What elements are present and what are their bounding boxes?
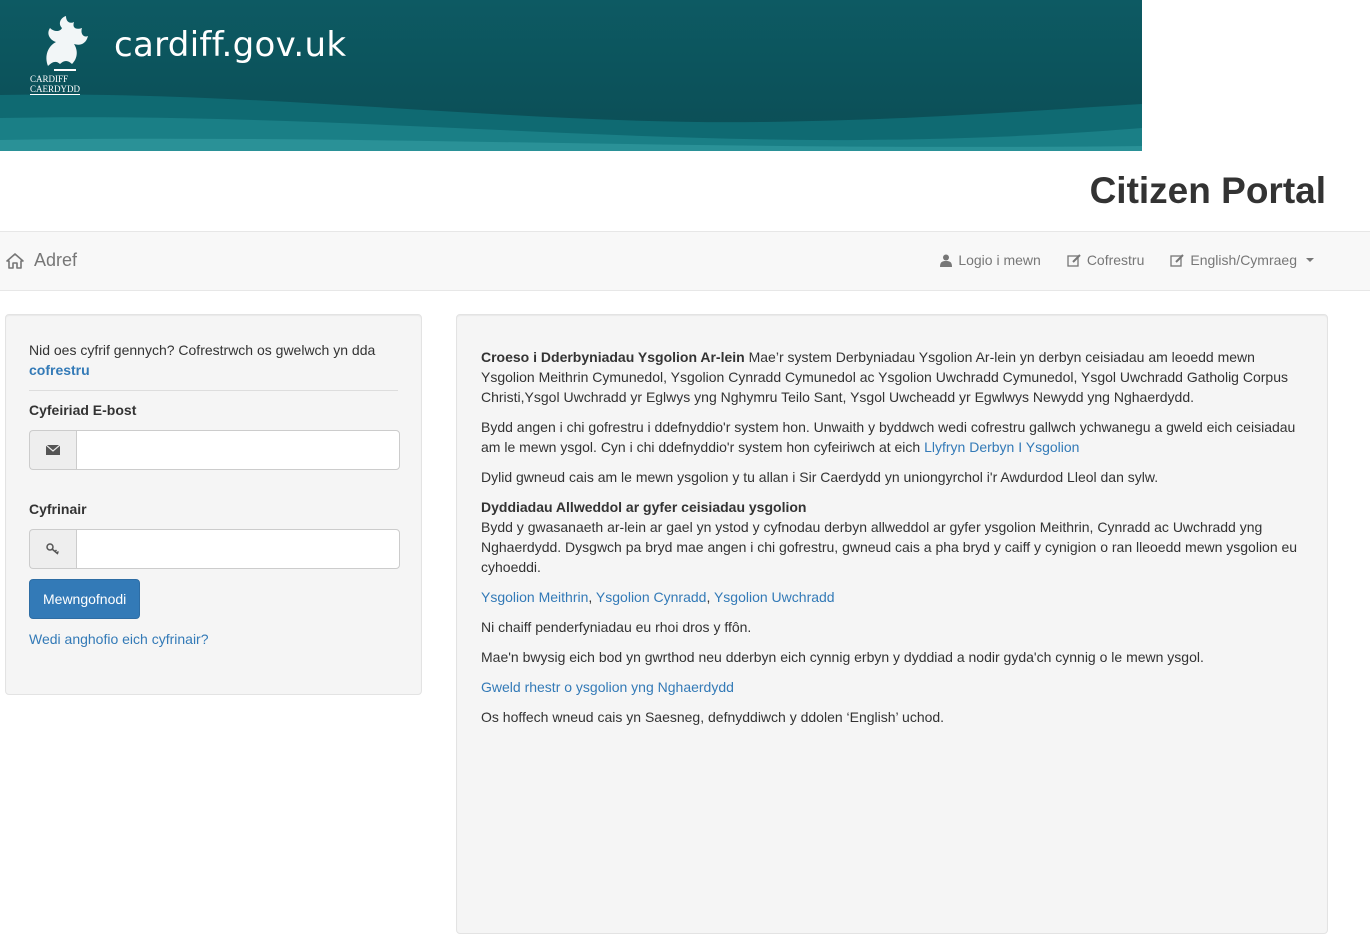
nav-right-menu: Logio i mewn Cofrestru English/Cymraeg xyxy=(940,252,1314,268)
nav-login-label: Logio i mewn xyxy=(958,252,1041,268)
envelope-icon xyxy=(46,445,60,455)
primary-schools-link[interactable]: Ysgolion Cynradd xyxy=(596,589,707,605)
site-name[interactable]: cardiff.gov.uk xyxy=(114,25,346,65)
password-label: Cyfrinair xyxy=(29,501,87,517)
link-separator: , xyxy=(706,589,714,605)
register-prompt-text: Nid oes cyfrif gennych? Cofrestrwch os g… xyxy=(29,342,376,358)
edit-icon xyxy=(1170,253,1185,267)
register-text: Bydd angen i chi gofrestru i ddefnyddio'… xyxy=(481,419,1296,455)
divider xyxy=(29,390,398,391)
language-dropdown[interactable]: English/Cymraeg xyxy=(1170,252,1314,268)
info-panel: Croeso i Dderbyniadau Ysgolion Ar-lein M… xyxy=(456,314,1328,934)
password-field[interactable] xyxy=(76,529,400,569)
phone-notice: Ni chaiff penderfyniadau eu rhoi dros y … xyxy=(481,619,752,635)
email-label: Cyfeiriad E-bost xyxy=(29,402,137,418)
admissions-booklet-link[interactable]: Llyfryn Derbyn I Ysgolion xyxy=(924,439,1079,455)
english-notice: Os hoffech wneud cais yn Saesneg, defnyd… xyxy=(481,709,945,725)
dragon-icon xyxy=(46,16,88,71)
top-navbar: Adref Logio i mewn Cofrestru English/Cym… xyxy=(0,231,1370,291)
user-icon xyxy=(940,254,953,267)
register-prompt: Nid oes cyfrif gennych? Cofrestrwch os g… xyxy=(29,340,398,380)
site-banner: CARDIFF CAERDYDD cardiff.gov.uk xyxy=(0,0,1142,151)
password-addon xyxy=(29,529,76,569)
key-dates-paragraph: Dyddiadau Allweddol ar gyfer ceisiadau y… xyxy=(481,497,1303,577)
school-list-link[interactable]: Gweld rhestr o ysgolion yng Nghaerdydd xyxy=(481,679,734,695)
welcome-paragraph: Croeso i Dderbyniadau Ysgolion Ar-lein M… xyxy=(481,347,1303,407)
accept-offer-notice: Mae'n bwysig eich bod yn gwrthod neu dde… xyxy=(481,649,1204,665)
logo-text-english: CARDIFF xyxy=(30,74,69,84)
login-button[interactable]: Mewngofnodi xyxy=(29,579,141,619)
register-link[interactable]: cofrestru xyxy=(29,362,90,378)
link-separator: , xyxy=(588,589,596,605)
key-dates-text: Bydd y gwasanaeth ar-lein ar gael yn yst… xyxy=(481,519,1298,575)
forgot-password-link[interactable]: Wedi anghofio eich cyfrinair? xyxy=(29,631,398,647)
council-logo[interactable]: CARDIFF CAERDYDD xyxy=(30,12,100,95)
email-field[interactable] xyxy=(76,430,400,470)
nav-home-link[interactable]: Adref xyxy=(6,250,77,271)
password-input-group xyxy=(29,529,400,569)
login-panel: Nid oes cyfrif gennych? Cofrestrwch os g… xyxy=(5,314,422,695)
welcome-heading: Croeso i Dderbyniadau Ysgolion Ar-lein xyxy=(481,349,745,365)
key-icon xyxy=(46,543,60,555)
key-dates-heading: Dyddiadau Allweddol ar gyfer ceisiadau y… xyxy=(481,499,807,515)
secondary-schools-link[interactable]: Ysgolion Uwchradd xyxy=(714,589,835,605)
language-dropdown-label: English/Cymraeg xyxy=(1190,252,1297,268)
nav-home-label: Adref xyxy=(34,250,78,270)
caret-down-icon xyxy=(1306,258,1314,262)
outside-cardiff-paragraph: Dylid gwneud cais am le mewn ysgolion y … xyxy=(481,469,1159,485)
nav-register-label: Cofrestru xyxy=(1086,252,1145,268)
nav-login-link[interactable]: Logio i mewn xyxy=(940,252,1041,268)
school-list-paragraph: Gweld rhestr o ysgolion yng Nghaerdydd xyxy=(481,677,1303,697)
nursery-schools-link[interactable]: Ysgolion Meithrin xyxy=(481,589,588,605)
email-addon xyxy=(29,430,76,470)
email-input-group xyxy=(29,430,400,470)
register-paragraph: Bydd angen i chi gofrestru i ddefnyddio'… xyxy=(481,417,1303,457)
page-title: Citizen Portal xyxy=(1089,170,1326,211)
banner-wave xyxy=(0,94,1142,151)
logo-text-welsh: CAERDYDD xyxy=(30,84,81,95)
home-icon xyxy=(6,252,24,269)
school-type-links: Ysgolion Meithrin, Ysgolion Cynradd, Ysg… xyxy=(481,587,1303,607)
nav-register-link[interactable]: Cofrestru xyxy=(1067,252,1145,268)
edit-icon xyxy=(1067,253,1081,267)
